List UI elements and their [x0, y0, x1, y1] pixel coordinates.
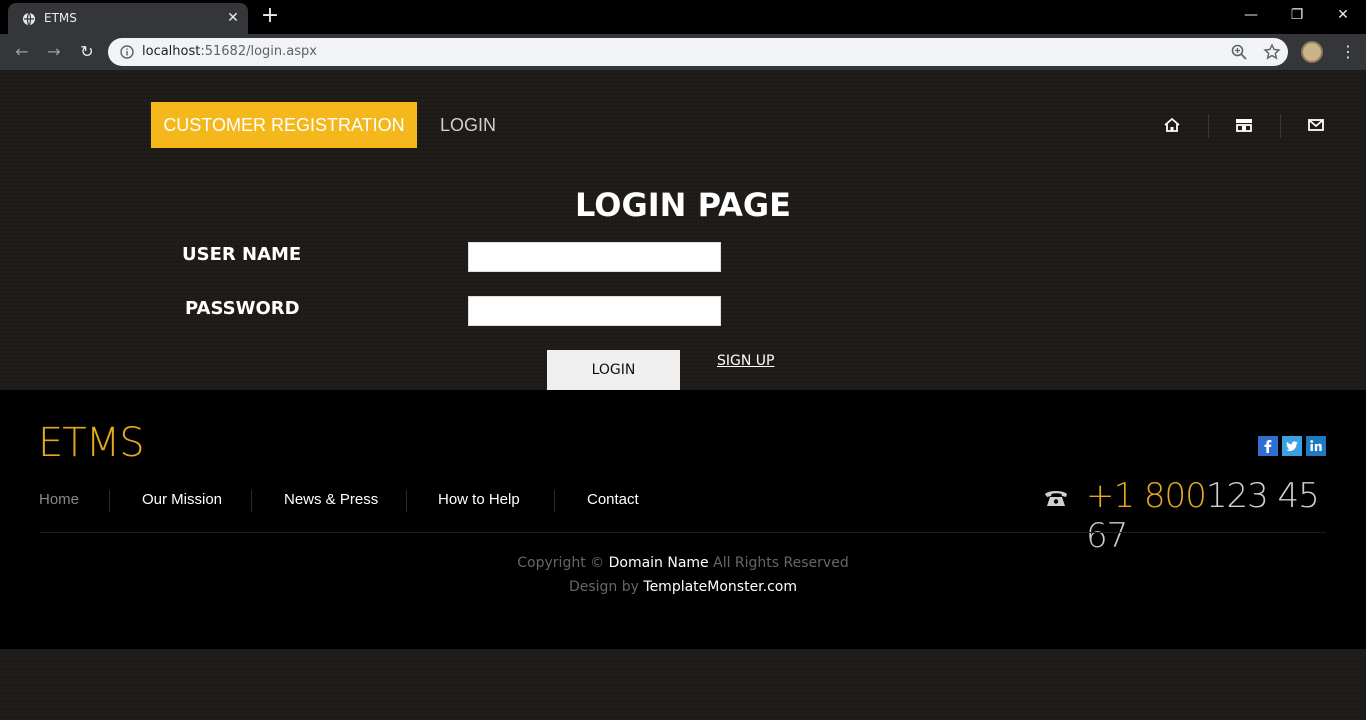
- login-button[interactable]: LOGIN: [547, 350, 680, 390]
- minimize-icon[interactable]: —: [1228, 0, 1274, 30]
- password-label: PASSWORD: [185, 298, 300, 319]
- page-bottom-band: [0, 649, 1366, 720]
- footer-brand[interactable]: ETMS: [38, 420, 145, 466]
- plus-icon[interactable]: +: [258, 5, 282, 29]
- browser-toolbar: ← → ↻ localhost:51682/login.aspx ⋮: [0, 34, 1366, 70]
- avatar[interactable]: [1301, 41, 1323, 63]
- phone-number: +1 800123 45 67: [1086, 476, 1320, 556]
- zoom-icon[interactable]: [1230, 43, 1248, 61]
- copyright-text: Copyright © Domain Name All Rights Reser…: [517, 555, 849, 571]
- templatemonster-link[interactable]: TemplateMonster.com: [643, 579, 797, 595]
- facebook-icon[interactable]: [1258, 436, 1278, 456]
- mail-icon[interactable]: [1307, 116, 1325, 134]
- design-credit: Design by TemplateMonster.com: [568, 579, 798, 595]
- forward-icon[interactable]: →: [42, 40, 66, 64]
- star-icon[interactable]: [1263, 43, 1281, 61]
- footer-divider: [40, 532, 1326, 533]
- signup-link[interactable]: SIGN UP: [717, 353, 774, 369]
- username-label: USER NAME: [182, 244, 302, 265]
- page-title: LOGIN PAGE: [575, 186, 791, 224]
- footer-nav-home[interactable]: Home: [39, 491, 79, 508]
- page-body: CUSTOMER REGISTRATION LOGIN LOGIN PAGE U…: [0, 70, 1366, 720]
- browser-tab[interactable]: ETMS ✕: [8, 3, 248, 34]
- home-icon[interactable]: [1163, 116, 1181, 134]
- footer-nav-contact[interactable]: Contact: [587, 491, 639, 508]
- phone-icon: [1045, 491, 1067, 506]
- menu-icon[interactable]: ⋮: [1340, 42, 1356, 62]
- divider: [554, 490, 555, 512]
- divider: [406, 490, 407, 512]
- divider: [1208, 114, 1209, 138]
- footer: ETMS Home Our Mission News & Press How t…: [0, 390, 1366, 649]
- footer-nav-our-mission[interactable]: Our Mission: [142, 491, 222, 508]
- info-icon[interactable]: [120, 45, 134, 59]
- store-icon[interactable]: [1235, 116, 1253, 134]
- url-text: localhost:51682/login.aspx: [142, 44, 317, 59]
- nav-login[interactable]: LOGIN: [440, 102, 496, 148]
- address-bar[interactable]: localhost:51682/login.aspx: [108, 38, 1288, 66]
- tab-title: ETMS: [44, 11, 77, 25]
- divider: [251, 490, 252, 512]
- linkedin-icon[interactable]: [1306, 436, 1326, 456]
- close-window-icon[interactable]: ✕: [1320, 0, 1366, 30]
- nav-customer-registration[interactable]: CUSTOMER REGISTRATION: [151, 102, 417, 148]
- footer-nav-news-press[interactable]: News & Press: [284, 491, 378, 508]
- twitter-icon[interactable]: [1282, 436, 1302, 456]
- restore-icon[interactable]: ❐: [1274, 0, 1320, 30]
- password-input[interactable]: [468, 296, 721, 326]
- divider: [109, 490, 110, 512]
- globe-icon: [23, 12, 35, 26]
- close-icon[interactable]: ✕: [224, 9, 242, 27]
- username-input[interactable]: [468, 242, 721, 272]
- divider: [1280, 114, 1281, 138]
- back-icon[interactable]: ←: [10, 40, 34, 64]
- footer-nav-how-to-help[interactable]: How to Help: [438, 491, 520, 508]
- tab-bar: ETMS ✕ + — ❐ ✕: [0, 0, 1366, 34]
- reload-icon[interactable]: ↻: [75, 40, 99, 64]
